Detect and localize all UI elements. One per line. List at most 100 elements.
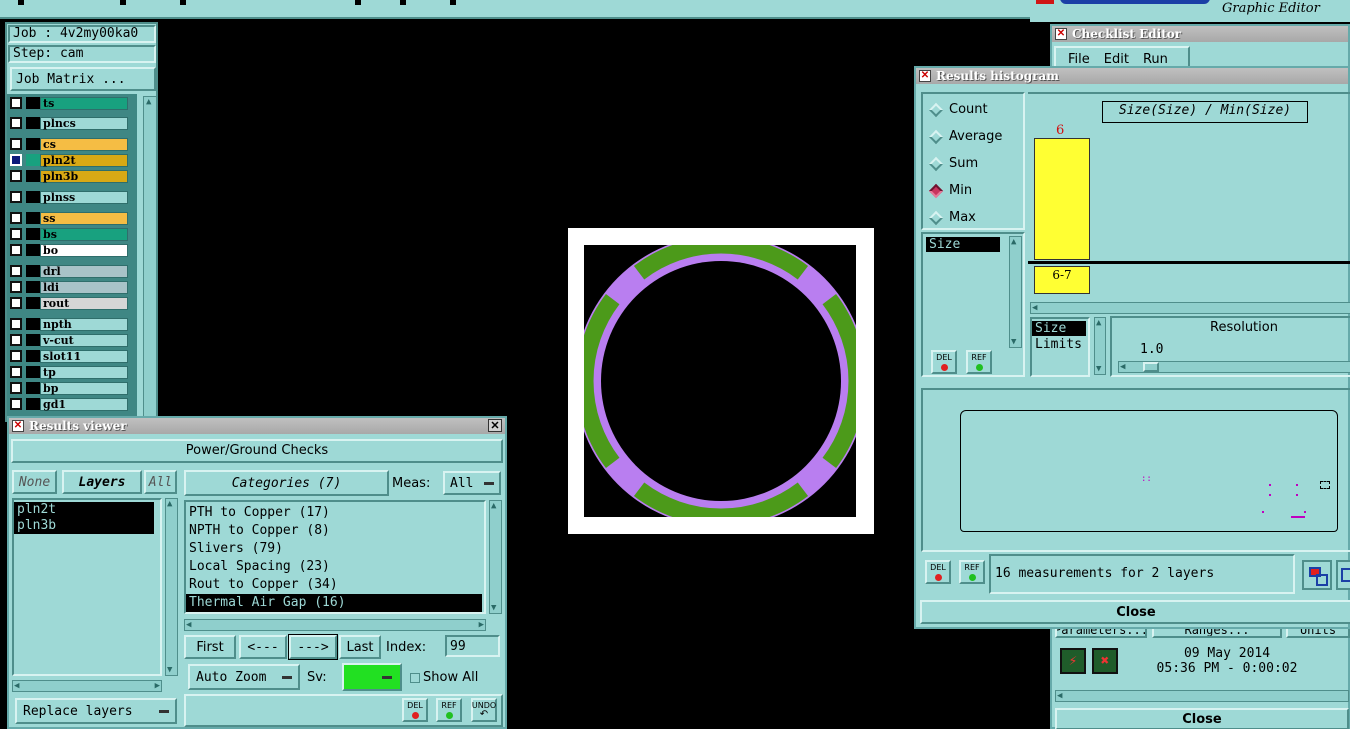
layer-row-drl[interactable]: drl [10, 264, 128, 278]
layer-name[interactable]: slot11 [40, 349, 128, 363]
layer-checkbox[interactable] [10, 117, 22, 129]
layer-name[interactable]: ss [40, 211, 128, 225]
toolbar-icon[interactable] [450, 0, 456, 5]
radio-diamond-icon[interactable] [928, 183, 944, 198]
first-button[interactable]: First [184, 635, 236, 659]
mode-radio-sum[interactable]: Sum [923, 150, 1023, 177]
layer-name[interactable]: v-cut [40, 333, 128, 347]
zoom-icon[interactable] [1336, 560, 1350, 590]
hist-delete-button[interactable]: DEL [931, 350, 957, 374]
layer-name[interactable]: tp [40, 365, 128, 379]
zoom-fit-icon[interactable] [1302, 560, 1332, 590]
job-matrix-button[interactable]: Job Matrix ... [10, 67, 156, 91]
slider-thumb[interactable] [1143, 362, 1159, 372]
layer-name[interactable]: npth [40, 317, 128, 331]
toolbar-icon[interactable] [180, 0, 186, 5]
layer-name[interactable]: bp [40, 381, 128, 395]
all-button[interactable]: All [144, 470, 177, 494]
category-hscrollbar[interactable]: ◀ ▶ [184, 619, 486, 631]
toolbar-icon[interactable] [355, 0, 361, 5]
field-item-size[interactable]: Size [926, 237, 1000, 252]
scroll-down-icon[interactable]: ▼ [1096, 364, 1101, 374]
layer-checkbox[interactable] [10, 281, 22, 293]
histogram-close-button[interactable]: Close [920, 600, 1350, 624]
category-scrollbar[interactable]: ▲ ▼ [489, 500, 502, 614]
category-item[interactable]: NPTH to Copper (8) [186, 522, 482, 540]
run-icon[interactable]: ⚡ [1060, 648, 1086, 674]
layer-result-scrollbar[interactable]: ▲ ▼ [165, 498, 178, 676]
layer-result-hscrollbar[interactable]: ◀ ▶ [12, 680, 162, 692]
show-all-checkbox[interactable]: Show All [410, 670, 478, 685]
checkbox-box[interactable] [410, 672, 420, 683]
histogram-titlebar[interactable]: ✕ Results histogram [916, 68, 1348, 84]
scroll-up-icon[interactable]: ▲ [167, 499, 172, 509]
layer-name[interactable]: pln2t [40, 153, 128, 167]
layer-name[interactable]: ldi [40, 280, 128, 294]
none-button[interactable]: None [12, 470, 57, 494]
layer-checkbox[interactable] [10, 318, 22, 330]
scroll-up-icon[interactable]: ▲ [146, 97, 151, 107]
mode-radio-min[interactable]: Min [923, 177, 1023, 204]
layer-checkbox[interactable] [10, 191, 22, 203]
layer-checkbox[interactable] [10, 212, 22, 224]
menu-run[interactable]: Run [1143, 52, 1168, 67]
window-menu-icon[interactable]: ✕ [919, 70, 931, 82]
layer-row-bo[interactable]: bo [10, 243, 128, 257]
layer-row-slot11[interactable]: slot11 [10, 349, 128, 363]
category-item[interactable]: Rout to Copper (34) [186, 576, 482, 594]
layer-row-gd1[interactable]: gd1 [10, 397, 128, 411]
layer-name[interactable]: plnss [40, 190, 128, 204]
category-item[interactable]: Thermal Air Gap (16) [186, 594, 482, 612]
scroll-down-icon[interactable]: ▼ [491, 603, 496, 613]
menu-edit[interactable]: Edit [1104, 52, 1129, 67]
layer-row-pln3b[interactable]: pln3b [10, 169, 128, 183]
toolbar-icon[interactable] [18, 0, 24, 5]
window-menu-icon[interactable]: ✕ [1055, 28, 1067, 40]
scroll-left-icon[interactable]: ◀ [1120, 362, 1125, 372]
layer-row-v-cut[interactable]: v-cut [10, 333, 128, 347]
next-button[interactable]: ---> [288, 634, 338, 660]
layer-checkbox[interactable] [10, 170, 22, 182]
scroll-left-icon[interactable]: ◀ [1057, 691, 1062, 701]
scroll-down-icon[interactable]: ▼ [1011, 337, 1016, 347]
mode-radio-count[interactable]: Count [923, 96, 1023, 123]
preview-delete-button[interactable]: DEL [925, 560, 951, 584]
layer-checkbox[interactable] [10, 382, 22, 394]
stop-icon[interactable]: ✖ [1092, 648, 1118, 674]
layer-result-item[interactable]: pln2t [14, 502, 154, 518]
layer-result-item[interactable]: pln3b [14, 518, 154, 534]
layer-row-cs[interactable]: cs [10, 137, 128, 151]
scroll-up-icon[interactable]: ▲ [1011, 237, 1016, 247]
layer-name[interactable]: ts [40, 96, 128, 110]
layer-name[interactable]: gd1 [40, 397, 128, 411]
layer-row-bs[interactable]: bs [10, 227, 128, 241]
layer-checkbox[interactable] [10, 138, 22, 150]
toolbar-icon[interactable] [400, 0, 406, 5]
radio-diamond-icon[interactable] [928, 102, 944, 117]
checklist-close-button[interactable]: Close [1055, 708, 1349, 729]
meas-dropdown[interactable]: All [443, 471, 501, 495]
layer-scrollbar[interactable]: ▲ [143, 96, 157, 422]
menu-file[interactable]: File [1068, 52, 1090, 67]
window-menu-icon[interactable]: ✕ [12, 420, 24, 432]
resolution-slider[interactable]: ◀ [1118, 361, 1350, 373]
chart-hscrollbar[interactable]: ◀ [1030, 302, 1350, 314]
preview-refresh-button[interactable]: REF [959, 560, 985, 584]
scroll-up-icon[interactable]: ▲ [491, 501, 496, 511]
layer-name[interactable]: bs [40, 227, 128, 241]
layer-checkbox[interactable] [10, 97, 22, 109]
limits-list-item[interactable]: Limits [1032, 336, 1088, 353]
index-input[interactable] [445, 635, 500, 657]
toolbar-icon[interactable] [120, 0, 126, 5]
layer-row-ts[interactable]: ts [10, 96, 128, 110]
layer-row-plnss[interactable]: plnss [10, 190, 128, 204]
scroll-left-icon[interactable]: ◀ [1032, 303, 1037, 313]
refresh-button[interactable]: REF [436, 698, 462, 722]
layer-checkbox[interactable] [10, 297, 22, 309]
layer-row-pln2t[interactable]: pln2t [10, 153, 128, 167]
replace-layers-dropdown[interactable]: Replace layers [15, 698, 177, 724]
layer-checkbox[interactable] [10, 334, 22, 346]
layer-row-plncs[interactable]: plncs [10, 116, 128, 130]
checklist-hscrollbar[interactable]: ◀ [1055, 690, 1349, 702]
category-item[interactable]: Slivers (79) [186, 540, 482, 558]
